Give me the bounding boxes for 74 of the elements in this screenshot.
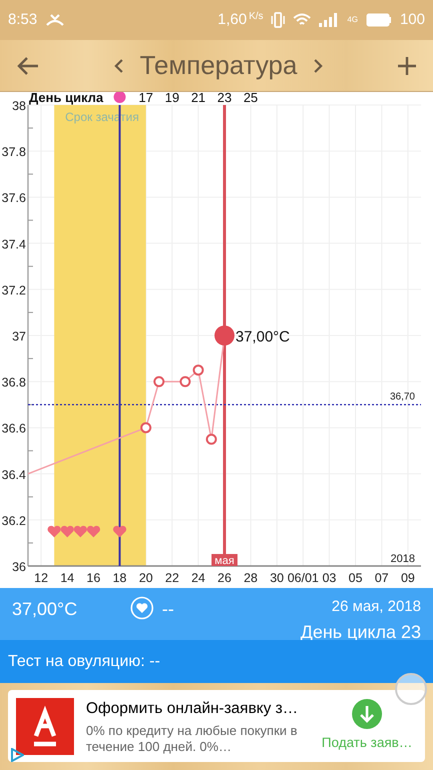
x-tick-label: 09 — [400, 571, 415, 585]
ovulation-test-label: Тест на овуляцию: -- — [8, 652, 160, 672]
heart-icon — [74, 526, 87, 538]
y-tick-label: 36.4 — [2, 468, 26, 482]
x-tick-label: 26 — [218, 571, 232, 585]
vibrate-icon — [271, 12, 286, 28]
x-tick-label: 22 — [165, 571, 180, 585]
y-tick-label: 38 — [12, 99, 26, 113]
network-type: 4G — [347, 16, 358, 24]
data-point — [180, 376, 191, 388]
y-tick-label: 37.8 — [2, 145, 26, 160]
selected-point-label: 37,00°C — [236, 328, 290, 346]
ad-title: Оформить онлайн-заявку з… — [86, 699, 300, 720]
wifi-icon — [293, 13, 312, 27]
heart-icon — [113, 526, 126, 538]
x-tick-label: 28 — [244, 571, 258, 585]
x-tick-label: 30 — [270, 571, 284, 585]
x-tick-label: 12 — [34, 571, 48, 585]
y-tick-label: 37.2 — [2, 283, 26, 298]
month-label: мая — [212, 554, 238, 567]
y-tick-label: 36.8 — [2, 376, 26, 390]
cycle-day-label: 19 — [164, 92, 180, 105]
mood-value: -- — [162, 598, 174, 621]
ref-line-label: мая — [214, 555, 234, 567]
y-tick-label: 37.4 — [2, 237, 26, 252]
add-icon[interactable] — [397, 56, 417, 76]
cycle-day-label: 25 — [243, 92, 258, 105]
next-icon[interactable] — [313, 58, 324, 74]
screen-title: Температура — [140, 49, 298, 82]
selected-point — [214, 326, 234, 346]
x-tick-label: 05 — [348, 571, 362, 585]
data-point — [192, 364, 204, 376]
x-tick-label: 14 — [60, 571, 74, 585]
heart-icon — [60, 526, 74, 538]
y-tick-label: 36.2 — [2, 514, 26, 528]
cycle-day-label: 17 — [138, 92, 154, 105]
x-tick-label: 06/01 — [287, 571, 319, 585]
y-tick-label: 36.6 — [2, 422, 26, 436]
y-tick-label: 36 — [12, 560, 26, 574]
x-tick-label: 03 — [322, 571, 336, 585]
x-tick-label: 20 — [138, 571, 153, 585]
threshold-label: 36,70 — [390, 392, 415, 403]
data-point — [140, 422, 152, 434]
back-arrow-icon[interactable] — [16, 56, 40, 76]
signal-icon — [319, 13, 340, 27]
date-label: 26 мая, 2018 — [332, 597, 421, 617]
cycle-day-label: 21 — [191, 92, 206, 105]
year-label: 2018 — [390, 553, 415, 565]
x-tick-label: 18 — [112, 571, 127, 585]
download-icon — [352, 698, 382, 729]
ovulation-marker-icon — [114, 92, 126, 103]
cycle-day-label: 23 — [217, 92, 232, 105]
missed-call-icon — [45, 13, 66, 27]
heart-icon — [86, 526, 100, 538]
play-icon — [10, 748, 24, 762]
x-tick-label: 24 — [191, 571, 206, 585]
battery-level: 100 — [400, 10, 425, 30]
cycle-day-axis-title: День цикла — [29, 92, 104, 105]
heart-icon — [48, 526, 61, 538]
y-tick-label: 37 — [12, 330, 26, 344]
floating-button[interactable] — [395, 673, 427, 705]
battery-icon — [366, 13, 392, 27]
data-point — [206, 434, 217, 445]
ad-card[interactable]: Оформить онлайн-заявку з… 0% по кредиту на любые покупки в течение 100 дней. 0%… Подать заяв… — [8, 690, 425, 762]
x-tick-label: 16 — [86, 571, 100, 585]
cycle-day-label: День цикла 23 — [300, 620, 421, 644]
previous-icon[interactable] — [114, 58, 124, 74]
data-point — [154, 376, 164, 388]
temperature-value: 37,00°C — [12, 598, 78, 621]
x-tick-label: 07 — [374, 571, 389, 585]
status-time: 8:53 — [8, 10, 38, 30]
bank-logo-icon — [16, 698, 74, 754]
y-tick-label: 37.6 — [2, 191, 26, 206]
ad-text: 0% по кредиту на любые покупки в течение 100 дней. 0%… — [86, 722, 298, 755]
